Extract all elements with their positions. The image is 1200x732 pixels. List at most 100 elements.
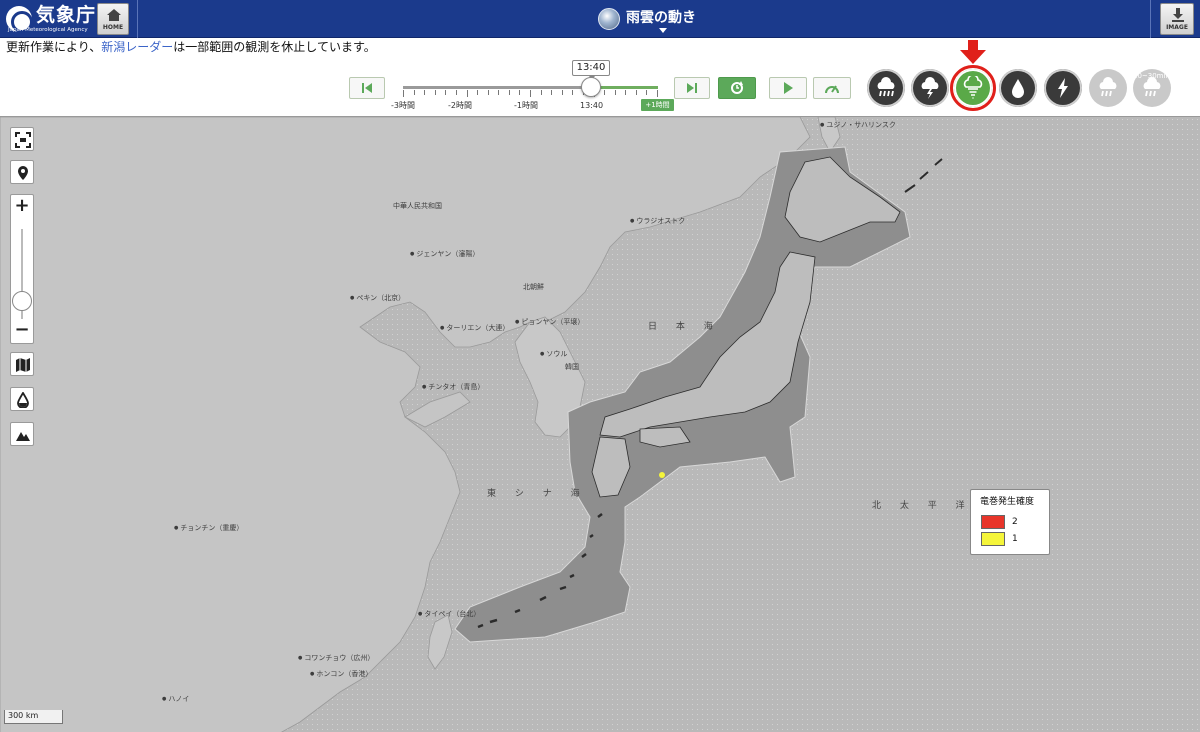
cloud-rain-disabled-icon	[1099, 77, 1117, 97]
rain-radar-layer-button[interactable]	[867, 69, 905, 107]
layer-time-label: 10~30min	[1133, 72, 1170, 80]
time-tick	[562, 90, 563, 95]
speedometer-icon	[825, 85, 839, 94]
time-tick	[414, 90, 415, 95]
fit-view-button[interactable]	[10, 127, 34, 151]
download-icon	[1172, 8, 1184, 22]
latest-button[interactable]	[718, 77, 756, 99]
time-tick	[477, 90, 478, 95]
tick-label: -3時間	[391, 101, 415, 110]
map-base	[0, 117, 943, 732]
image-label: IMAGE	[1166, 24, 1188, 31]
tick-label: -2時間	[448, 101, 472, 110]
logo-english: Japan Meteorological Agency	[8, 27, 88, 33]
map-scale: 300 km	[4, 710, 63, 724]
legend-swatch-red	[981, 515, 1005, 529]
current-time-bubble: 13:40	[572, 60, 610, 80]
home-button[interactable]: HOME	[97, 3, 129, 35]
map-label: ウラジオストク	[630, 217, 685, 226]
globe-icon	[598, 8, 620, 30]
rain-overlay-button[interactable]	[10, 387, 34, 411]
map-icon	[16, 358, 30, 372]
sea-label: 北 太 平 洋	[872, 501, 973, 511]
map-label: コワンチョウ（広州）	[298, 654, 374, 663]
map-label: ペキン（北京）	[350, 294, 405, 303]
rain-cloud-icon	[877, 77, 895, 97]
tornado-layer-button[interactable]	[954, 69, 992, 107]
tornado-legend: 竜巻発生確度 2 1	[970, 489, 1050, 555]
time-tick	[498, 90, 499, 95]
time-tick	[657, 90, 658, 97]
map-label: ソウル	[540, 350, 567, 359]
time-tick	[509, 90, 510, 95]
red-arrow-icon	[960, 40, 986, 64]
chevron-down-icon	[659, 28, 667, 33]
play-button[interactable]	[769, 77, 807, 99]
notice-after: は一部範囲の観測を休止しています。	[173, 40, 376, 54]
tick-label: -1時間	[514, 101, 538, 110]
legend-title: 竜巻発生確度	[980, 497, 1035, 507]
time-tick	[551, 90, 552, 95]
map-label: ターリエン（大連）	[440, 324, 509, 333]
time-tick	[572, 90, 573, 95]
jma-logo[interactable]: 気象庁 Japan Meteorological Agency	[6, 3, 98, 35]
map-pin-icon	[18, 166, 28, 180]
time-tick	[456, 90, 457, 95]
time-tick	[615, 90, 616, 95]
map-label: 北朝鮮	[523, 283, 544, 291]
time-tick	[445, 90, 446, 95]
time-tick	[636, 90, 637, 95]
map-label: タイペイ（台北）	[418, 610, 480, 619]
shandong-peninsula	[404, 391, 471, 428]
skip-back-icon	[362, 83, 372, 93]
notice-text: 更新作業により、新潟レーダーは一部範囲の観測を休止しています。	[6, 40, 376, 54]
map-label: ハノイ	[162, 695, 189, 704]
time-slider-knob[interactable]	[581, 77, 601, 97]
mountain-icon	[16, 432, 30, 441]
fullscreen-icon	[15, 132, 31, 148]
sea-label: 東 シ ナ 海	[487, 489, 588, 499]
thunder-cloud-layer-button[interactable]	[911, 69, 949, 107]
extra-layer-button[interactable]	[1089, 69, 1127, 107]
niigata-radar-link[interactable]: 新潟レーダー	[101, 40, 173, 54]
zoom-in-button[interactable]: +	[11, 195, 33, 217]
zoom-slider-knob[interactable]	[12, 291, 32, 311]
rainfall-layer-button[interactable]	[999, 69, 1037, 107]
time-track-past[interactable]	[403, 86, 591, 89]
location-button[interactable]	[10, 160, 34, 184]
time-ticks	[403, 90, 658, 98]
time-tick	[435, 90, 436, 95]
legend-swatch-yellow	[981, 532, 1005, 546]
map-label: ピョンヤン（平壌）	[515, 318, 584, 327]
map-label: ホンコン（香港）	[310, 670, 372, 679]
map-label: ユジノ・サハリンスク	[820, 121, 895, 130]
future-hour-label: +1時間	[641, 99, 674, 111]
header-divider	[1150, 0, 1151, 38]
jump-start-button[interactable]	[349, 77, 385, 99]
tick-label: 13:40	[580, 101, 604, 110]
zoom-control[interactable]: + −	[10, 194, 34, 344]
terrain-button[interactable]	[10, 422, 34, 446]
taiwan-land	[427, 614, 453, 670]
refresh-clock-icon	[731, 81, 743, 94]
time-tick	[424, 90, 425, 95]
time-tick	[519, 90, 520, 95]
page-title: 雨雲の動き	[626, 10, 696, 26]
time-tick	[541, 90, 542, 95]
zoom-out-button[interactable]: −	[11, 319, 33, 341]
notice-before: 更新作業により、	[6, 40, 102, 54]
home-icon	[107, 9, 121, 21]
image-download-button[interactable]: IMAGE	[1160, 3, 1194, 35]
map-type-button[interactable]	[10, 352, 34, 376]
legend-value: 2	[1012, 517, 1018, 527]
weather-map[interactable]: 中華人民共和国 ジェンヤン（瀋陽） ペキン（北京） 北朝鮮 ピョンヤン（平壌） …	[0, 116, 1200, 732]
lightning-icon	[1058, 78, 1068, 98]
jump-end-button[interactable]	[674, 77, 710, 99]
lightning-layer-button[interactable]	[1044, 69, 1082, 107]
play-icon	[784, 82, 793, 94]
time-tick	[530, 90, 531, 97]
time-tick	[467, 90, 468, 97]
time-tick	[646, 90, 647, 95]
time-tick	[604, 90, 605, 95]
speed-button[interactable]	[813, 77, 851, 99]
